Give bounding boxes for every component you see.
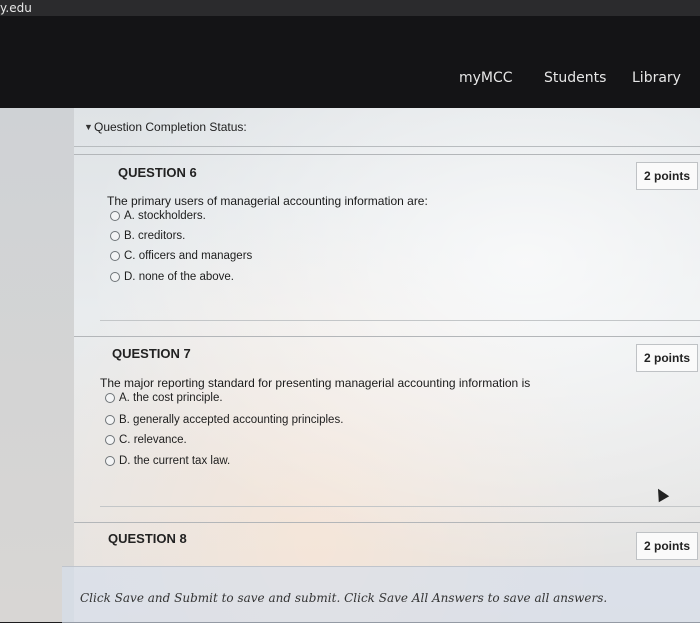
browser-url-bar: y.edu: [0, 0, 700, 16]
question-8-points: 2 points: [636, 532, 698, 560]
question-completion-status[interactable]: ▼ Question Completion Status:: [74, 108, 700, 147]
option-label: C. relevance.: [119, 434, 187, 446]
radio-button-icon[interactable]: [110, 231, 120, 241]
radio-button-icon[interactable]: [105, 415, 115, 425]
radio-button-icon[interactable]: [110, 211, 120, 221]
question-6-option-d[interactable]: D. none of the above.: [110, 271, 234, 283]
option-label: D. the current tax law.: [119, 455, 231, 467]
radio-button-icon[interactable]: [110, 272, 120, 282]
option-label: A. stockholders.: [124, 210, 206, 222]
completion-status-label: Question Completion Status:: [94, 120, 247, 134]
question-6-bottom-divider: [100, 320, 700, 321]
radio-button-icon[interactable]: [110, 251, 120, 261]
question-6-text: The primary users of managerial accounti…: [107, 194, 428, 208]
question-7-text: The major reporting standard for present…: [100, 376, 531, 390]
question-6-divider: [74, 154, 700, 155]
test-content-area: ▼ Question Completion Status: QUESTION 6…: [0, 108, 700, 623]
radio-button-icon[interactable]: [105, 393, 115, 403]
question-7-bottom-divider: [100, 506, 700, 507]
question-7-option-a[interactable]: A. the cost principle.: [105, 392, 223, 404]
nav-link-library[interactable]: Library: [632, 70, 681, 86]
question-7-option-c[interactable]: C. relevance.: [105, 434, 187, 446]
question-7-title: QUESTION 7: [112, 346, 191, 361]
question-6-option-a[interactable]: A. stockholders.: [110, 210, 206, 222]
mouse-cursor-icon: [652, 485, 670, 503]
url-text: y.edu: [0, 1, 32, 15]
question-8-title: QUESTION 8: [108, 531, 187, 546]
nav-link-students[interactable]: Students: [544, 70, 606, 86]
option-label: D. none of the above.: [124, 271, 234, 283]
submit-instructions-panel: Click Save and Submit to save and submit…: [62, 566, 700, 623]
top-navigation-bar: myMCC Students Library: [0, 16, 700, 108]
question-6-option-c[interactable]: C. officers and managers: [110, 250, 252, 262]
question-8-divider: [74, 522, 700, 523]
question-7-divider: [74, 336, 700, 337]
submit-instructions-text: Click Save and Submit to save and submit…: [80, 591, 608, 605]
question-6-title: QUESTION 6: [118, 165, 197, 180]
radio-button-icon[interactable]: [105, 435, 115, 445]
question-7-option-d[interactable]: D. the current tax law.: [105, 455, 230, 467]
option-label: B. generally accepted accounting princip…: [119, 414, 344, 426]
question-6-option-b[interactable]: B. creditors.: [110, 230, 185, 242]
option-label: A. the cost principle.: [119, 392, 223, 404]
nav-link-mymcc[interactable]: myMCC: [459, 70, 513, 86]
radio-button-icon[interactable]: [105, 456, 115, 466]
option-label: C. officers and managers: [124, 250, 253, 262]
question-7-option-b[interactable]: B. generally accepted accounting princip…: [105, 414, 343, 426]
question-6-points: 2 points: [636, 162, 698, 190]
left-margin-panel: [0, 108, 74, 622]
question-7-points: 2 points: [636, 344, 698, 372]
chevron-down-icon[interactable]: ▼: [84, 122, 93, 132]
option-label: B. creditors.: [124, 230, 186, 242]
